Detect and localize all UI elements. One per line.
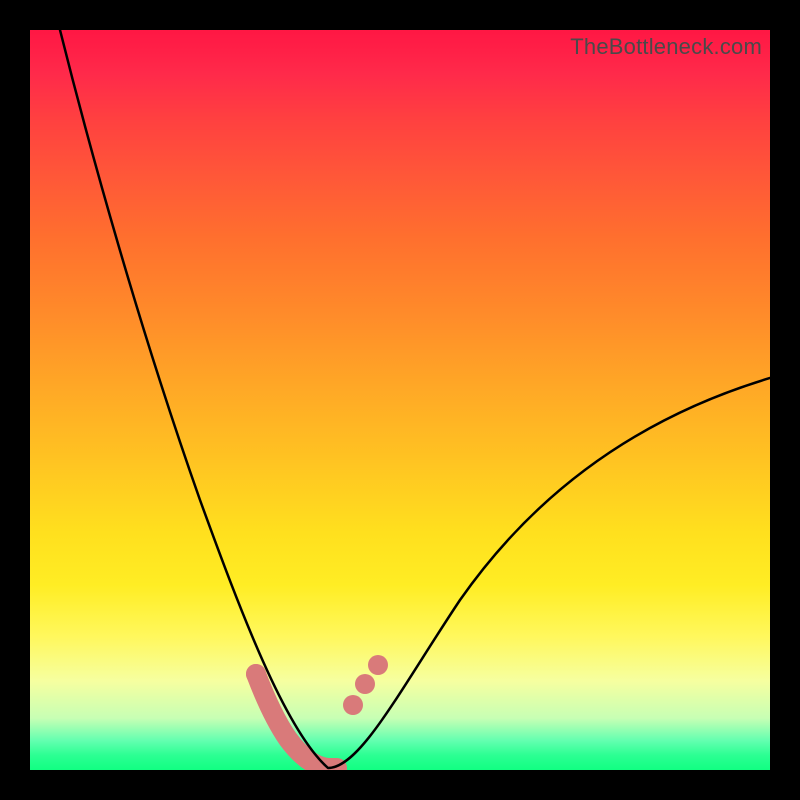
bottleneck-curve: [60, 30, 770, 768]
optimal-valley-highlight: [256, 674, 337, 768]
chart-frame: TheBottleneck.com: [0, 0, 800, 800]
plot-area: TheBottleneck.com: [30, 30, 770, 770]
curve-marker-icon: [368, 655, 388, 675]
curve-marker-icon: [246, 664, 266, 684]
curve-marker-icon: [355, 674, 375, 694]
chart-svg: [30, 30, 770, 770]
curve-marker-icon: [343, 695, 363, 715]
